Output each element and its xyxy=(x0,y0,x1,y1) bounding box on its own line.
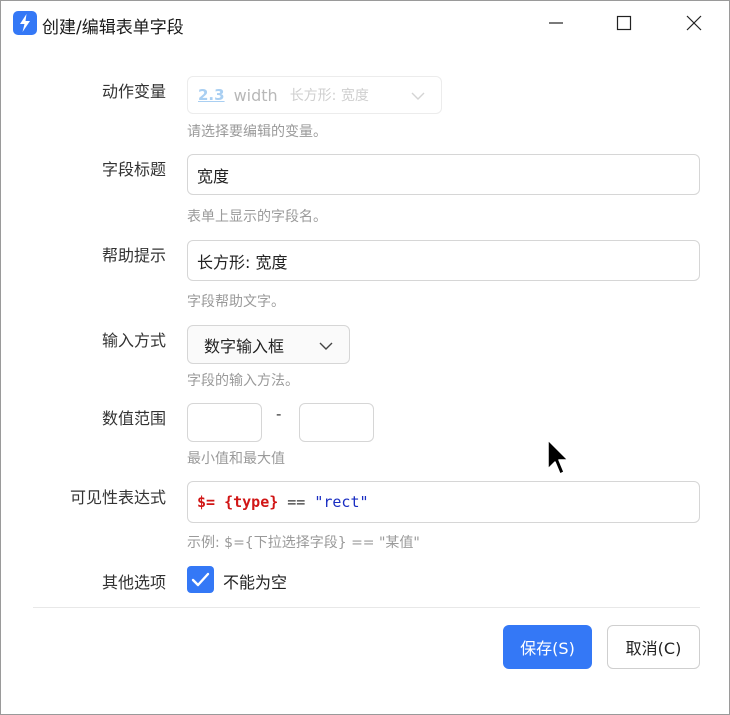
input-method-label: 输入方式 xyxy=(101,331,166,350)
minimize-icon xyxy=(549,22,563,24)
maximize-icon xyxy=(616,15,632,31)
value-range-label: 数值范围 xyxy=(101,409,166,428)
window-title: 创建/编辑表单字段 xyxy=(42,18,184,38)
input-method-hint: 字段的输入方法。 xyxy=(187,373,299,389)
value-range-hint: 最小值和最大值 xyxy=(187,451,285,467)
expression-variable-token: $= {type} xyxy=(197,493,279,511)
footer-divider xyxy=(33,607,700,608)
field-title-input[interactable]: 宽度 xyxy=(187,154,700,195)
bolt-icon xyxy=(13,11,37,35)
variable-badge: 2.3 xyxy=(198,86,225,104)
variable-name: width xyxy=(233,85,278,105)
expression-operator-token: == xyxy=(287,493,306,511)
action-variable-select[interactable]: 2.3 width 长方形: 宽度 xyxy=(187,76,442,114)
help-text-hint: 字段帮助文字。 xyxy=(187,294,285,310)
cancel-button[interactable]: 取消(C) xyxy=(607,625,700,669)
close-icon xyxy=(686,15,702,31)
minimize-button[interactable] xyxy=(533,1,579,45)
field-title-label: 字段标题 xyxy=(101,160,166,179)
mouse-cursor-icon xyxy=(547,439,569,475)
save-button[interactable]: 保存(S) xyxy=(503,625,592,669)
input-method-value: 数字输入框 xyxy=(204,336,285,356)
variable-type: 长方形: 宽度 xyxy=(289,88,369,104)
visibility-expression-input[interactable]: $= {type} == "rect" xyxy=(187,481,700,523)
visibility-hint: 示例: $={下拉选择字段} == "某值" xyxy=(187,535,420,551)
help-text-label: 帮助提示 xyxy=(101,246,166,265)
range-max-input[interactable] xyxy=(299,403,374,442)
close-button[interactable] xyxy=(671,1,717,45)
required-checkbox-label[interactable]: 不能为空 xyxy=(223,569,287,593)
checkmark-icon xyxy=(191,572,210,587)
other-options-label: 其他选项 xyxy=(101,573,166,592)
expression-string-token: "rect" xyxy=(314,493,369,511)
visibility-label: 可见性表达式 xyxy=(69,488,166,507)
action-variable-hint: 请选择要编辑的变量。 xyxy=(187,124,327,140)
dialog-window: 创建/编辑表单字段 动作变量 2.3 width 长方形: 宽度 请选择要编辑的… xyxy=(0,0,730,715)
required-checkbox[interactable] xyxy=(187,566,214,593)
input-method-select[interactable]: 数字输入框 xyxy=(187,325,350,364)
help-text-input[interactable]: 长方形: 宽度 xyxy=(187,240,700,281)
chevron-down-icon xyxy=(319,342,333,350)
range-separator: - xyxy=(276,405,282,423)
maximize-button[interactable] xyxy=(601,1,647,45)
field-title-hint: 表单上显示的字段名。 xyxy=(187,209,327,225)
chevron-down-icon xyxy=(411,92,425,100)
action-variable-label: 动作变量 xyxy=(101,82,166,101)
range-min-input[interactable] xyxy=(187,403,262,442)
title-bar: 创建/编辑表单字段 xyxy=(1,1,729,45)
